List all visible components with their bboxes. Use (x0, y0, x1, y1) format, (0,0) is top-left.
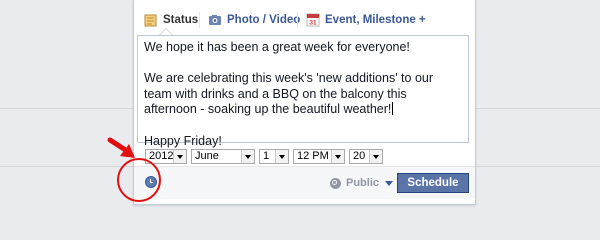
post-composer: Status Photo / Video 31 Event, Milestone… (133, 0, 476, 205)
active-tab-indicator (159, 28, 173, 35)
post-text-line: We hope it has been a great week for eve… (144, 40, 410, 54)
chevron-down-icon (331, 150, 344, 163)
minute-select[interactable]: 20 (349, 149, 383, 164)
hour-select[interactable]: 12 PM (293, 149, 345, 164)
post-text-line: We are celebrating this week's 'new addi… (144, 71, 434, 117)
month-select[interactable]: June (191, 149, 255, 164)
chevron-down-icon (173, 150, 186, 163)
tab-status-label: Status (163, 14, 199, 26)
tab-divider (297, 12, 298, 28)
status-note-icon (144, 13, 158, 27)
post-text-line: Happy Friday! (144, 133, 222, 148)
tab-divider (199, 12, 200, 28)
tab-event-milestone[interactable]: 31 Event, Milestone + (306, 10, 426, 30)
composer-tabs: Status Photo / Video 31 Event, Milestone… (134, 0, 475, 35)
minute-select-value: 20 (353, 150, 366, 162)
privacy-selector[interactable]: Public (330, 176, 394, 190)
schedule-button[interactable]: Schedule (397, 173, 469, 193)
camera-icon (208, 13, 222, 27)
tab-event-milestone-label: Event, Milestone + (325, 14, 426, 26)
privacy-label: Public (346, 177, 380, 189)
tab-photo-video-label: Photo / Video (227, 14, 301, 26)
chevron-down-icon (275, 150, 288, 163)
month-select-value: June (195, 150, 219, 162)
post-text-input[interactable]: We hope it has been a great week for eve… (137, 35, 469, 148)
chevron-down-icon (369, 150, 382, 163)
tab-status[interactable]: Status (144, 10, 198, 30)
calendar-icon: 31 (306, 13, 320, 27)
chevron-down-icon (241, 150, 254, 163)
svg-text:31: 31 (309, 20, 317, 27)
text-cursor (392, 102, 394, 116)
day-select[interactable]: 1 (259, 149, 289, 164)
globe-icon (330, 177, 341, 189)
day-select-value: 1 (263, 150, 270, 162)
tab-photo-video[interactable]: Photo / Video (208, 10, 300, 30)
chevron-down-icon (385, 180, 394, 186)
hour-select-value: 12 PM (297, 150, 329, 162)
composer-footer: Public Schedule (134, 166, 475, 199)
annotation-circle (117, 158, 161, 202)
year-select-value: 2012 (149, 150, 174, 162)
